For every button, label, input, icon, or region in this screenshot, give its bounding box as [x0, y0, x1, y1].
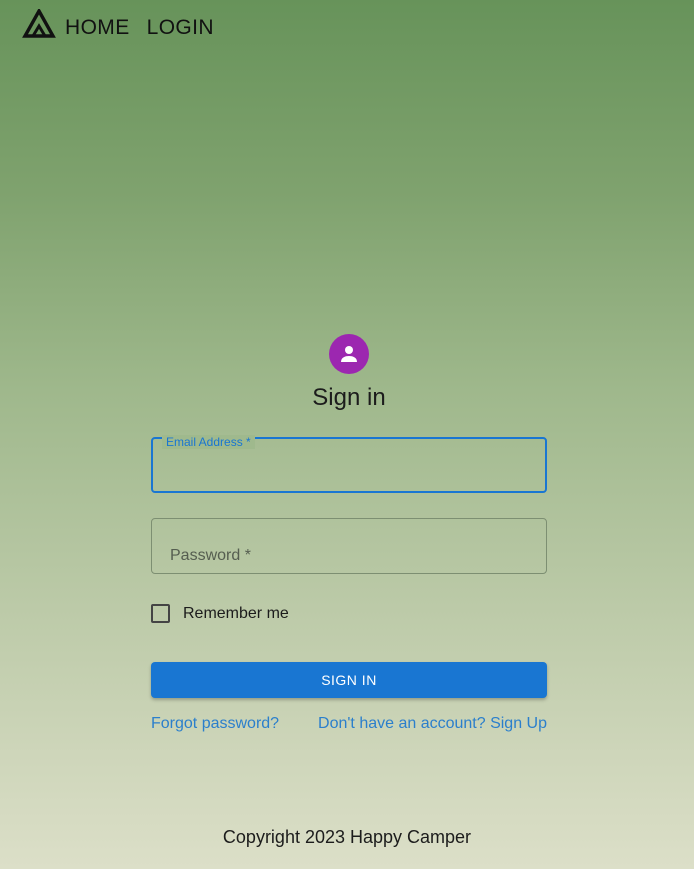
tent-logo-icon[interactable] [22, 9, 56, 39]
email-label: Email Address * [162, 435, 255, 449]
sign-in-button[interactable]: SIGN IN [151, 662, 547, 698]
remember-me-checkbox[interactable] [151, 604, 170, 623]
nav-home-link[interactable]: HOME [65, 16, 130, 40]
sign-up-link[interactable]: Don't have an account? Sign Up [318, 715, 547, 733]
email-input[interactable] [167, 457, 531, 483]
person-icon [341, 346, 357, 362]
copyright-footer: Copyright 2023 Happy Camper [222, 827, 472, 847]
email-field[interactable]: Email Address * [151, 435, 547, 493]
avatar [329, 334, 369, 374]
password-field[interactable]: Password * [151, 518, 547, 574]
top-nav: HOME LOGIN [22, 6, 231, 50]
auth-links: Forgot password? Don't have an account? … [151, 715, 547, 733]
forgot-password-link[interactable]: Forgot password? [151, 715, 279, 733]
remember-me-label[interactable]: Remember me [183, 605, 289, 623]
password-input[interactable] [166, 537, 532, 563]
page-title: Sign in [312, 384, 386, 411]
signin-form: Sign in Email Address * Password * Remem… [151, 334, 547, 732]
remember-me-control[interactable]: Remember me [151, 604, 289, 623]
nav-login-link[interactable]: LOGIN [147, 16, 214, 40]
